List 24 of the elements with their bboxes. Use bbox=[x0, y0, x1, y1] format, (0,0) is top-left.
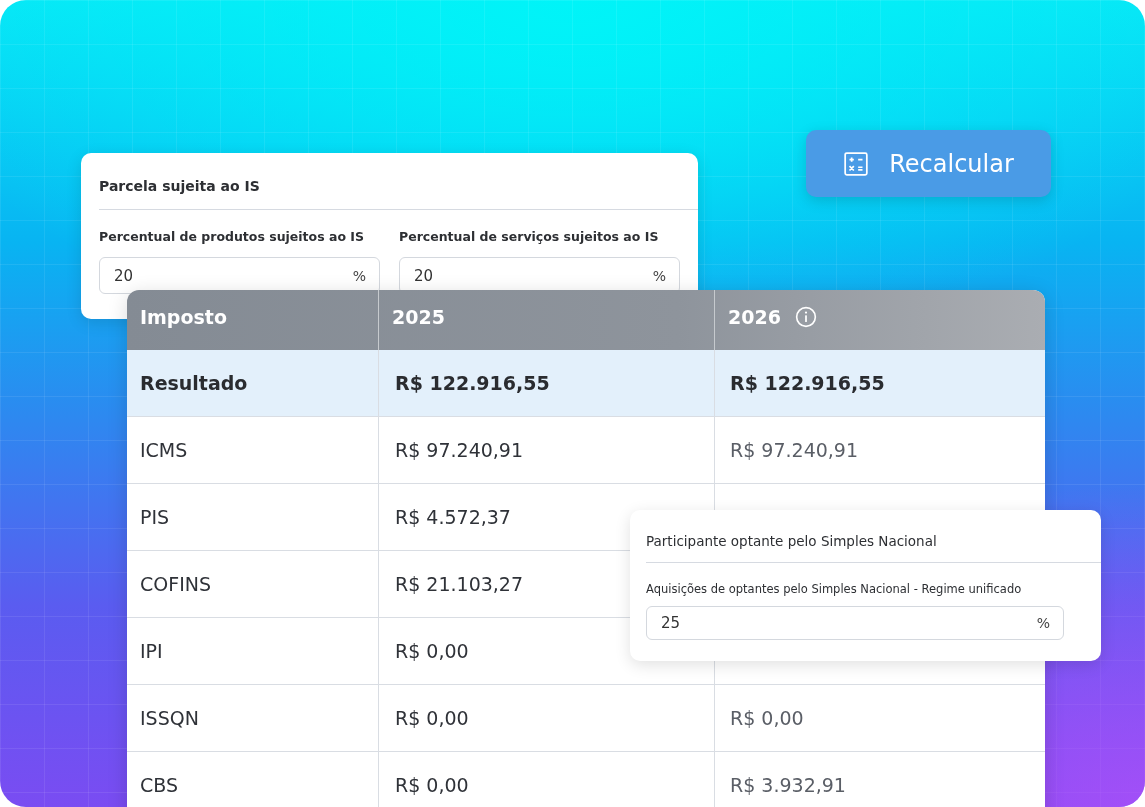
table-cell: CBS bbox=[127, 752, 379, 807]
table-cell: ISSQN bbox=[127, 685, 379, 751]
table-cell: PIS bbox=[127, 484, 379, 550]
unit-label: % bbox=[652, 267, 666, 284]
table-cell: COFINS bbox=[127, 551, 379, 617]
field-label: Percentual de serviços sujeitos ao IS bbox=[399, 229, 660, 244]
table-cell: R$ 122.916,55 bbox=[379, 350, 715, 416]
table-cell: R$ 0,00 bbox=[379, 752, 715, 807]
unit-label: % bbox=[1036, 615, 1050, 631]
unit-label: % bbox=[352, 267, 366, 284]
calculator-icon bbox=[843, 150, 870, 177]
card-title: Parcela sujeita ao IS bbox=[99, 177, 261, 195]
table-cell-text: R$ 97.240,91 bbox=[729, 438, 860, 463]
table-cell: R$ 0,00 bbox=[379, 685, 715, 751]
table-cell-text: R$ 3.932,91 bbox=[729, 773, 847, 798]
table-cell-text: R$ 122.916,55 bbox=[729, 371, 886, 396]
field-label: Percentual de produtos sujeitos ao IS bbox=[99, 229, 365, 244]
table-cell-text: R$ 0,00 bbox=[729, 706, 805, 731]
column-header: 2026 bbox=[715, 290, 1045, 350]
table-cell: ICMS bbox=[127, 417, 379, 483]
table-cell: IPI bbox=[127, 618, 379, 684]
table-cell: Resultado bbox=[127, 350, 379, 416]
info-icon[interactable] bbox=[794, 306, 817, 328]
table-cell: R$ 97.240,91 bbox=[379, 417, 715, 483]
